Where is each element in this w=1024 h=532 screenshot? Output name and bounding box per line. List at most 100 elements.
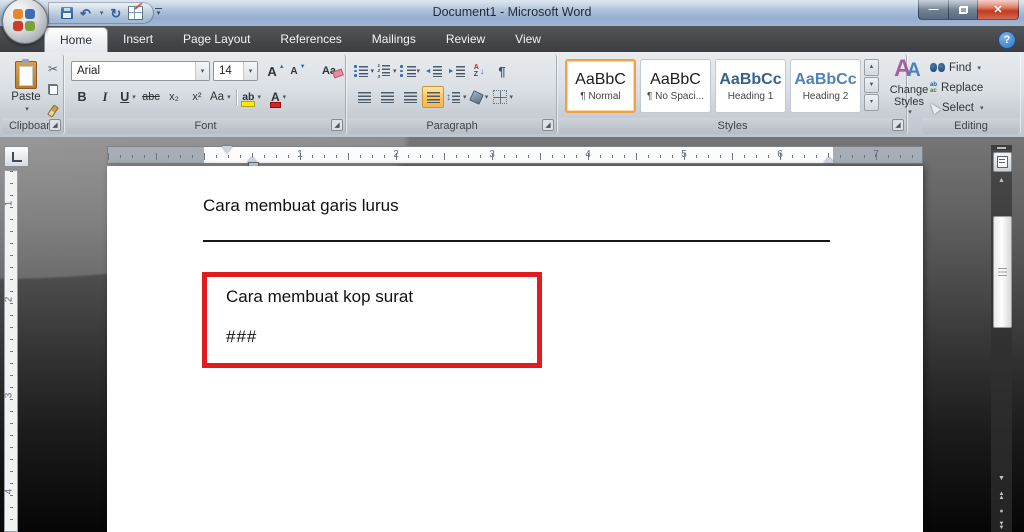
paste-button[interactable]: Paste ▾ xyxy=(7,58,45,120)
find-icon xyxy=(930,63,945,72)
style-no-spacing[interactable]: AaBbC ¶ No Spaci... xyxy=(640,59,711,113)
change-styles-dropdown-icon[interactable]: ▾ xyxy=(908,109,912,117)
first-line-indent-marker[interactable] xyxy=(222,146,232,153)
vertical-scrollbar[interactable]: ▲ ▼ ▲ ▲ ● ▼ ▼ xyxy=(991,145,1012,532)
numbering-dropdown-icon[interactable]: ▾ xyxy=(393,67,397,75)
draw-table-icon[interactable] xyxy=(128,6,144,20)
copy-button[interactable] xyxy=(44,81,62,98)
boxed-title-text[interactable]: Cara membuat kop surat xyxy=(226,287,413,307)
style-heading2[interactable]: AaBbCc Heading 2 xyxy=(790,59,861,113)
font-name-dropdown-icon[interactable]: ▾ xyxy=(195,62,209,80)
highlight-dropdown-icon[interactable]: ▾ xyxy=(257,93,261,101)
align-left-button[interactable] xyxy=(353,86,375,108)
undo-dropdown-icon[interactable]: ▾ xyxy=(100,9,104,17)
tab-insert[interactable]: Insert xyxy=(108,26,168,52)
find-button[interactable]: Find ▾ xyxy=(930,59,983,76)
shrink-font-button[interactable]: A ▼ xyxy=(287,60,309,82)
cut-button[interactable]: ✂ xyxy=(44,60,62,77)
tab-stop-selector-button[interactable] xyxy=(4,146,29,167)
qat-customize-button[interactable]: ▾ xyxy=(152,4,165,21)
tab-references[interactable]: References xyxy=(265,26,356,52)
change-case-button[interactable]: Aa ▾ xyxy=(209,86,232,108)
styles-scroll-down-button[interactable]: ▼ xyxy=(864,76,879,94)
borders-button[interactable]: ▾ xyxy=(492,86,515,108)
shading-button[interactable]: ▾ xyxy=(468,86,491,108)
tab-home[interactable]: Home xyxy=(44,27,109,52)
underline-dropdown-icon[interactable]: ▾ xyxy=(132,93,136,101)
scroll-up-button[interactable]: ▲ xyxy=(993,173,1010,188)
right-indent-marker[interactable] xyxy=(824,157,834,163)
close-button[interactable]: ✕ xyxy=(978,0,1019,20)
view-ruler-toggle-button[interactable] xyxy=(993,152,1012,172)
italic-button[interactable]: I xyxy=(94,86,116,108)
redo-icon[interactable]: ↻ xyxy=(110,7,121,20)
justify-button[interactable] xyxy=(422,86,444,108)
tab-review[interactable]: Review xyxy=(431,26,500,52)
office-button[interactable] xyxy=(2,0,48,44)
horizontal-ruler[interactable]: 1 2 3 4 5 6 7 xyxy=(107,146,923,169)
vertical-ruler[interactable]: 1 2 3 4 xyxy=(3,170,18,532)
tab-page-layout[interactable]: Page Layout xyxy=(168,26,265,52)
bullets-button[interactable]: ▾ xyxy=(353,60,375,82)
help-button[interactable]: ? xyxy=(998,31,1016,49)
highlight-button[interactable]: ab ▾ xyxy=(241,86,263,108)
font-dialog-launcher[interactable]: ◢ xyxy=(331,119,343,131)
select-browse-object-button[interactable]: ● xyxy=(993,506,1010,518)
font-color-button[interactable]: A ▾ xyxy=(268,86,290,108)
bold-button[interactable]: B xyxy=(71,86,93,108)
next-page-button[interactable]: ▼ ▼ xyxy=(993,520,1010,532)
scrollbar-thumb[interactable] xyxy=(993,216,1012,328)
sort-button[interactable]: A Z ↓ xyxy=(468,60,490,82)
superscript-button[interactable]: x² xyxy=(186,86,208,108)
document-heading-text[interactable]: Cara membuat garis lurus xyxy=(203,196,399,216)
clipboard-dialog-launcher[interactable]: ◢ xyxy=(49,119,61,131)
restore-button[interactable] xyxy=(949,0,978,20)
font-size-combo[interactable]: 14 ▾ xyxy=(213,61,258,81)
tab-view[interactable]: View xyxy=(500,26,556,52)
font-color-dropdown-icon[interactable]: ▾ xyxy=(283,93,287,101)
document-page[interactable]: Cara membuat garis lurus Cara membuat ko… xyxy=(107,166,923,532)
undo-icon[interactable]: ↶ xyxy=(80,7,91,20)
style-normal[interactable]: AaBbC ¶ Normal xyxy=(565,59,636,113)
boxed-marks-text[interactable]: ### xyxy=(226,327,257,347)
styles-scroll-up-button[interactable]: ▲ xyxy=(864,59,879,76)
multilevel-list-button[interactable]: ▾ xyxy=(399,60,421,82)
decrease-indent-button[interactable]: ◄ xyxy=(422,60,444,82)
split-handle[interactable] xyxy=(991,145,1012,150)
style-heading1[interactable]: AaBbCc Heading 1 xyxy=(715,59,786,113)
increase-indent-button[interactable]: ► xyxy=(445,60,467,82)
font-size-dropdown-icon[interactable]: ▾ xyxy=(243,62,257,80)
select-dropdown-icon[interactable]: ▾ xyxy=(980,104,984,112)
styles-dialog-launcher[interactable]: ◢ xyxy=(892,119,904,131)
ribbon-tab-bar: Home Insert Page Layout References Maili… xyxy=(0,26,1024,53)
paragraph-dialog-launcher[interactable]: ◢ xyxy=(542,119,554,131)
numbering-button[interactable]: 1 2 3 ▾ xyxy=(376,60,398,82)
select-button[interactable]: Select ▾ xyxy=(927,99,984,116)
clear-formatting-button[interactable]: Aa xyxy=(318,60,340,82)
strikethrough-button[interactable]: abc xyxy=(140,86,162,108)
line-spacing-dropdown-icon[interactable]: ▾ xyxy=(463,93,467,101)
styles-gallery-more-button[interactable]: ▾ xyxy=(864,94,879,112)
scroll-down-button[interactable]: ▼ xyxy=(993,471,1010,486)
shading-dropdown-icon[interactable]: ▾ xyxy=(485,93,489,101)
underline-button[interactable]: U ▾ xyxy=(117,86,139,108)
paste-dropdown-icon[interactable]: ▾ xyxy=(25,105,29,113)
borders-dropdown-icon[interactable]: ▾ xyxy=(510,93,514,101)
align-right-button[interactable] xyxy=(399,86,421,108)
save-icon[interactable] xyxy=(61,7,73,19)
format-painter-button[interactable] xyxy=(44,102,62,119)
bullets-dropdown-icon[interactable]: ▾ xyxy=(371,67,375,75)
line-spacing-button[interactable]: ↕ ▾ xyxy=(445,86,468,108)
show-hide-marks-button[interactable]: ¶ xyxy=(491,60,513,82)
replace-button[interactable]: ab ac Replace xyxy=(930,79,983,96)
subscript-button[interactable]: x₂ xyxy=(163,86,185,108)
tab-mailings[interactable]: Mailings xyxy=(357,26,431,52)
previous-page-button[interactable]: ▲ ▲ xyxy=(993,490,1010,504)
align-center-button[interactable] xyxy=(376,86,398,108)
grow-font-button[interactable]: A ▲ xyxy=(265,60,287,82)
change-case-dropdown-icon[interactable]: ▾ xyxy=(227,93,231,101)
find-dropdown-icon[interactable]: ▾ xyxy=(977,64,981,72)
font-name-combo[interactable]: Arial ▾ xyxy=(71,61,210,81)
minimize-button[interactable]: — xyxy=(918,0,949,20)
multilevel-dropdown-icon[interactable]: ▾ xyxy=(417,67,421,75)
